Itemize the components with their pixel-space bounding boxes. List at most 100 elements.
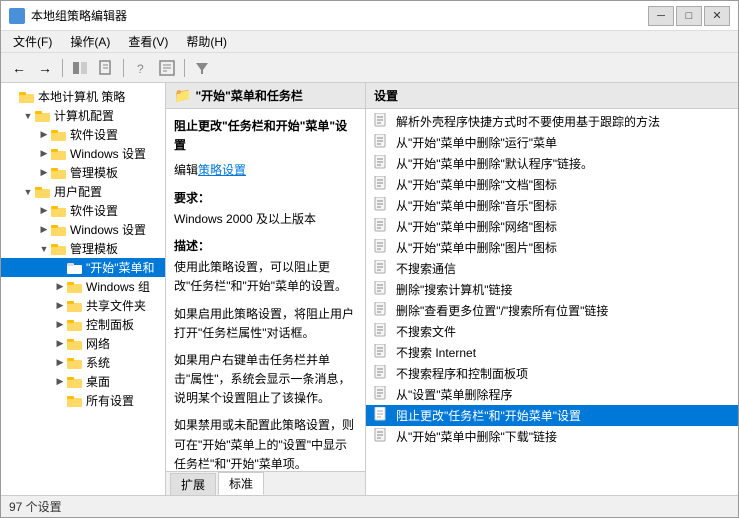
doc-icon [374, 260, 390, 277]
toggle-icon: ▶ [53, 299, 67, 313]
tree-item-windows-settings[interactable]: ▶ Windows 设置 [1, 144, 165, 163]
doc-icon [374, 176, 390, 193]
tree-item-all-settings[interactable]: 所有设置 [1, 391, 165, 410]
right-list-item[interactable]: 从"开始"菜单中删除"音乐"图标 [366, 195, 738, 216]
right-list-item[interactable]: 删除"搜索计算机"链接 [366, 279, 738, 300]
tree-item-system[interactable]: ▶ 系统 [1, 353, 165, 372]
section-requirements: 要求： Windows 2000 及以上版本 [174, 189, 357, 229]
toggle-icon: ▶ [37, 204, 51, 218]
document-icon [374, 281, 390, 295]
policy-settings-link[interactable]: 策略设置 [198, 163, 246, 177]
right-list-item[interactable]: 不搜索通信 [366, 258, 738, 279]
tree-item-windows-components[interactable]: ▶ Windows 组 [1, 277, 165, 296]
menu-file[interactable]: 文件(F) [5, 31, 60, 52]
tree-item-software-settings[interactable]: ▶ 软件设置 [1, 125, 165, 144]
tree-label: 软件设置 [70, 126, 118, 143]
menu-view[interactable]: 查看(V) [120, 31, 176, 52]
restore-button[interactable]: □ [676, 6, 702, 26]
tree-item-desktop[interactable]: ▶ 桌面 [1, 372, 165, 391]
minimize-button[interactable]: ─ [648, 6, 674, 26]
right-list-item[interactable]: 不搜索 Internet [366, 342, 738, 363]
toggle-icon: ▶ [37, 166, 51, 180]
tree-item-local-policy[interactable]: 本地计算机 策略 [1, 87, 165, 106]
section-if-enabled: 如果启用此策略设置，将阻止用户打开"任务栏属性"对话框。 [174, 305, 357, 343]
tree-item-windows-settings2[interactable]: ▶ Windows 设置 [1, 220, 165, 239]
forward-button[interactable]: → [33, 57, 57, 79]
tree-item-admin-templates1[interactable]: ▶ 管理模板 [1, 163, 165, 182]
tree-item-software-settings2[interactable]: ▶ 软件设置 [1, 201, 165, 220]
right-list-item[interactable]: 从"开始"菜单中删除"文档"图标 [366, 174, 738, 195]
right-list-item[interactable]: 从"开始"菜单中删除"网络"图标 [366, 216, 738, 237]
doc-icon [374, 344, 390, 361]
right-list-item[interactable]: 从"开始"菜单中删除"默认程序"链接。 [366, 153, 738, 174]
toggle-icon: ▶ [37, 147, 51, 161]
title-bar: 本地组策略编辑器 ─ □ ✕ [1, 1, 738, 31]
document-icon [374, 344, 390, 358]
filter-button[interactable] [190, 57, 214, 79]
new-button[interactable] [94, 57, 118, 79]
tree-item-shared-files[interactable]: ▶ 共享文件夹 [1, 296, 165, 315]
right-item-label: 从"开始"菜单中删除"运行"菜单 [396, 134, 557, 151]
tree-label: 管理模板 [70, 240, 118, 257]
back-button[interactable]: ← [7, 57, 31, 79]
right-list-item[interactable]: 解析外壳程序快捷方式时不要使用基于跟踪的方法 [366, 111, 738, 132]
right-item-label: 从"开始"菜单中删除"音乐"图标 [396, 197, 557, 214]
section-description: 描述： 使用此策略设置，可以阻止更改"任务栏"和"开始"菜单的设置。 [174, 237, 357, 297]
tree-label: Windows 设置 [70, 145, 146, 162]
tree-item-control-panel[interactable]: ▶ 控制面板 [1, 315, 165, 334]
doc-icon [374, 407, 390, 424]
show-hide-button[interactable] [68, 57, 92, 79]
tree-item-computer-config[interactable]: ▼ 计算机配置 [1, 106, 165, 125]
tree-item-user-config[interactable]: ▼ 用户配置 [1, 182, 165, 201]
toggle-icon: ▼ [21, 185, 35, 199]
right-list-item[interactable]: 从"开始"菜单中删除"图片"图标 [366, 237, 738, 258]
doc-icon [374, 323, 390, 340]
right-list-item[interactable]: 阻止更改"任务栏"和"开始菜单"设置 [366, 405, 738, 426]
folder-icon [35, 185, 51, 199]
right-list-item[interactable]: 不搜索文件 [366, 321, 738, 342]
right-list-item[interactable]: 从"开始"菜单中删除"下载"链接 [366, 426, 738, 447]
toolbar-separator-3 [184, 59, 185, 77]
main-window: 本地组策略编辑器 ─ □ ✕ 文件(F) 操作(A) 查看(V) 帮助(H) ←… [0, 0, 739, 518]
filter-icon [194, 60, 210, 76]
tab-standard[interactable]: 标准 [218, 472, 264, 495]
tree-item-network[interactable]: ▶ 网络 [1, 334, 165, 353]
document-icon [374, 113, 390, 127]
tree-panel: 本地计算机 策略 ▼ 计算机配置 ▶ 软件设置 ▶ Windows 设置 [1, 83, 166, 495]
help-button[interactable]: ? [129, 57, 153, 79]
right-item-label: 不搜索通信 [396, 260, 456, 277]
toolbar-separator-2 [123, 59, 124, 77]
doc-icon [374, 113, 390, 130]
title-bar-left: 本地组策略编辑器 [9, 7, 127, 24]
toggle-icon: ▼ [37, 242, 51, 256]
svg-text:?: ? [137, 62, 144, 76]
toggle-icon: ▶ [53, 375, 67, 389]
right-list-item[interactable]: 删除"查看更多位置"/"搜索所有位置"链接 [366, 300, 738, 321]
folder-icon [51, 204, 67, 218]
middle-panel-tabs: 扩展 标准 [166, 471, 365, 495]
menu-action[interactable]: 操作(A) [62, 31, 118, 52]
doc-icon [374, 281, 390, 298]
properties-button[interactable] [155, 57, 179, 79]
tree-label: 网络 [86, 335, 110, 352]
folder-icon [67, 356, 83, 370]
menu-help[interactable]: 帮助(H) [178, 31, 235, 52]
folder-icon [51, 166, 67, 180]
close-button[interactable]: ✕ [704, 6, 730, 26]
section-title-requirements: 要求： [174, 189, 357, 208]
tree-item-admin-templates2[interactable]: ▼ 管理模板 [1, 239, 165, 258]
folder-icon [51, 242, 67, 256]
tree-item-start-menu[interactable]: "开始"菜单和 [1, 258, 165, 277]
doc-icon [374, 386, 390, 403]
folder-icon [67, 394, 83, 408]
right-item-label: 从"开始"菜单中删除"默认程序"链接。 [396, 155, 593, 172]
right-list-item[interactable]: 不搜索程序和控制面板项 [366, 363, 738, 384]
tab-extended[interactable]: 扩展 [170, 473, 216, 495]
document-icon [374, 155, 390, 169]
right-list-item[interactable]: 从"设置"菜单删除程序 [366, 384, 738, 405]
right-list-item[interactable]: 从"开始"菜单中删除"运行"菜单 [366, 132, 738, 153]
tree-label: 桌面 [86, 373, 110, 390]
right-item-label: 不搜索程序和控制面板项 [396, 365, 528, 382]
doc-icon [374, 302, 390, 319]
right-item-label: 从"开始"菜单中删除"文档"图标 [396, 176, 557, 193]
